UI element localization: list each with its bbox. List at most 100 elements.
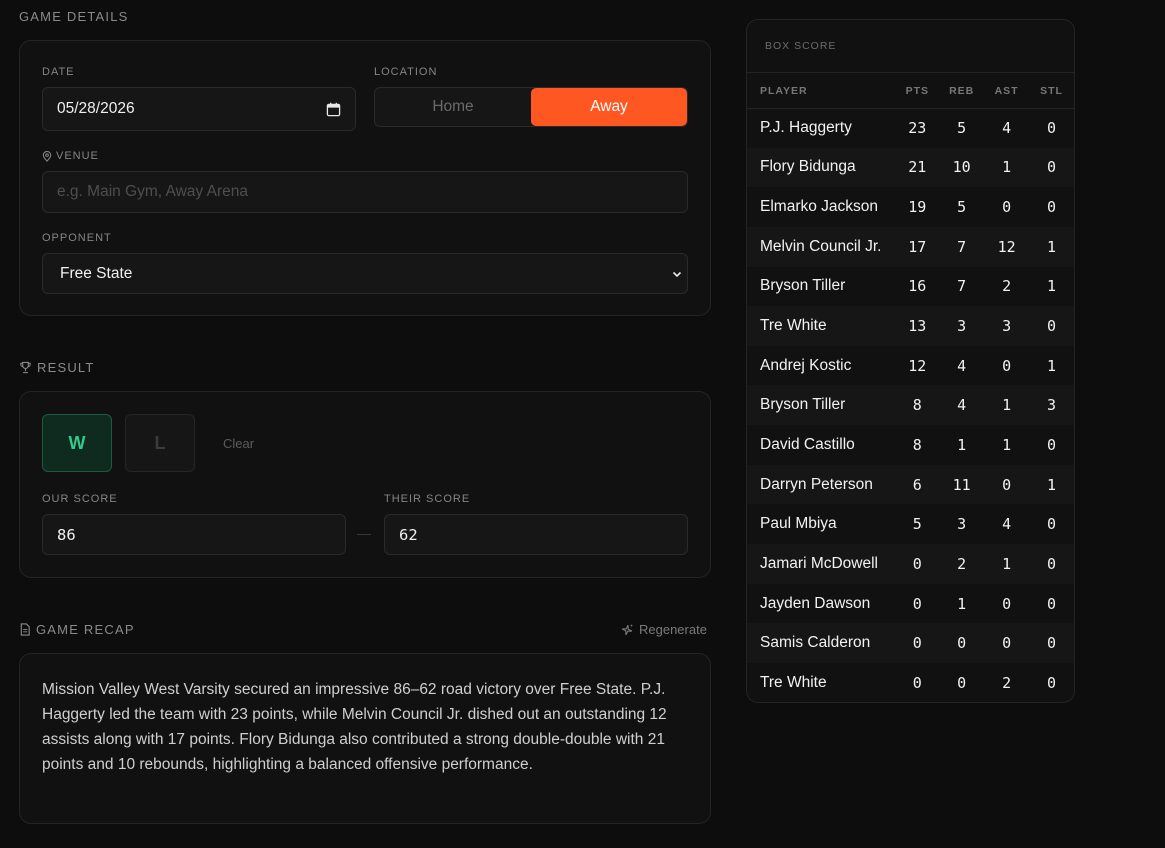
result-heading: RESULT <box>19 360 95 375</box>
table-row: David Castillo 8 1 1 0 <box>747 425 1074 465</box>
our-score-input[interactable]: 86 <box>42 514 346 555</box>
table-row: Andrej Kostic 12 4 0 1 <box>747 346 1074 386</box>
regenerate-label: Regenerate <box>639 622 707 637</box>
player-cell: Melvin Council Jr. <box>747 226 896 267</box>
table-row: Bryson Tiller 16 7 2 1 <box>747 267 1074 307</box>
opponent-label: OPPONENT <box>42 232 112 244</box>
win-button[interactable]: W <box>42 414 112 472</box>
recap-card: Mission Valley West Varsity secured an i… <box>19 653 711 824</box>
player-cell: David Castillo <box>760 435 855 453</box>
ast-cell: 12 <box>984 226 1030 267</box>
player-cell: Elmarko Jackson <box>760 198 879 216</box>
reb-cell: 1 <box>957 594 967 613</box>
stl-cell: 0 <box>1029 147 1074 188</box>
game-details-heading: GAME DETAILS <box>19 9 129 24</box>
calendar-icon[interactable] <box>326 102 341 117</box>
ast-cell: 3 <box>984 306 1030 346</box>
location-home-option[interactable]: Home <box>375 88 531 126</box>
stl-cell: 0 <box>1047 435 1057 454</box>
ast-cell: 0 <box>984 464 1030 505</box>
box-score-card: BOX SCORE PLAYER PTS REB AST STL P.J. Ha… <box>746 19 1075 703</box>
chevron-down-icon <box>671 268 683 280</box>
clear-button[interactable]: Clear <box>223 436 254 451</box>
venue-label: VENUE <box>42 150 99 162</box>
table-row: Elmarko Jackson 19 5 0 0 <box>747 187 1074 227</box>
reb-cell: 10 <box>939 147 985 188</box>
pts-cell: 0 <box>895 623 940 663</box>
ast-cell: 1 <box>984 544 1030 584</box>
column-header-pts[interactable]: PTS <box>895 74 940 109</box>
column-header-player[interactable]: PLAYER <box>747 74 896 109</box>
their-score-label: THEIR SCORE <box>384 493 470 505</box>
column-header-ast[interactable]: AST <box>984 74 1030 109</box>
pts-cell: 13 <box>895 306 940 346</box>
player-cell: Bryson Tiller <box>760 277 846 295</box>
ast-cell: 4 <box>1002 515 1012 534</box>
trophy-icon <box>19 361 32 374</box>
game-details-title: GAME DETAILS <box>19 9 129 24</box>
venue-label-text: VENUE <box>56 150 99 162</box>
pts-cell: 19 <box>908 198 927 217</box>
stl-cell: 0 <box>1029 623 1074 663</box>
result-title: RESULT <box>37 360 95 375</box>
location-away-option[interactable]: Away <box>531 88 687 126</box>
player-cell: Darryn Peterson <box>747 464 896 505</box>
pts-cell: 16 <box>908 277 927 296</box>
player-cell: Flory Bidunga <box>747 147 896 188</box>
ast-cell: 1 <box>984 147 1030 188</box>
ast-cell: 0 <box>1002 594 1012 613</box>
pts-cell: 21 <box>895 147 940 188</box>
their-score-input[interactable]: 62 <box>384 514 688 555</box>
table-row: Paul Mbiya 5 3 4 0 <box>747 504 1074 544</box>
column-header-stl[interactable]: STL <box>1029 74 1074 109</box>
stl-cell: 0 <box>1047 594 1057 613</box>
stl-cell: 0 <box>1029 544 1074 584</box>
location-label: LOCATION <box>374 66 437 78</box>
pts-cell: 12 <box>908 356 927 375</box>
reb-cell: 11 <box>939 464 985 505</box>
player-cell: Jamari McDowell <box>747 544 896 584</box>
player-cell: P.J. Haggerty <box>760 119 852 137</box>
reb-cell: 5 <box>957 198 967 217</box>
ast-cell: 0 <box>1002 356 1012 375</box>
ast-cell: 4 <box>1002 119 1012 138</box>
date-input[interactable]: 05/28/2026 <box>42 87 356 131</box>
ast-cell: 2 <box>1002 673 1012 692</box>
stl-cell: 0 <box>1047 673 1057 692</box>
box-score-divider <box>747 72 1074 73</box>
date-value: 05/28/2026 <box>57 100 135 117</box>
stl-cell: 0 <box>1047 198 1057 217</box>
box-score-body: P.J. Haggerty 23 5 4 0 Flory Bidunga 21 10 1 0 Elm… <box>747 108 1074 702</box>
column-header-reb[interactable]: REB <box>939 74 985 109</box>
player-cell: Tre White <box>747 306 896 346</box>
stl-cell: 0 <box>1029 306 1074 346</box>
table-row: Jayden Dawson 0 1 0 0 <box>747 584 1074 624</box>
pts-cell: 6 <box>895 464 940 505</box>
regenerate-button[interactable]: Regenerate <box>620 622 707 637</box>
pts-cell: 0 <box>912 594 922 613</box>
our-score-label-text: OUR SCORE <box>42 493 118 505</box>
player-cell: Tre White <box>760 673 827 691</box>
loss-button[interactable]: L <box>125 414 195 472</box>
pts-cell: 5 <box>912 515 922 534</box>
venue-input[interactable]: e.g. Main Gym, Away Arena <box>42 171 688 213</box>
player-cell: Samis Calderon <box>747 623 896 663</box>
reb-cell: 2 <box>939 544 985 584</box>
venue-placeholder: e.g. Main Gym, Away Arena <box>57 183 248 200</box>
our-score-label: OUR SCORE <box>42 493 118 505</box>
opponent-select[interactable]: Free State <box>42 253 688 294</box>
table-row: Jamari McDowell 0 2 1 0 <box>747 544 1074 584</box>
stl-cell: 3 <box>1029 385 1074 426</box>
player-cell: Bryson Tiller <box>747 385 896 426</box>
table-row: Flory Bidunga 21 10 1 0 <box>747 147 1074 188</box>
reb-cell: 3 <box>939 306 985 346</box>
ast-cell: 1 <box>1002 435 1012 454</box>
recap-title: GAME RECAP <box>36 622 135 637</box>
reb-cell: 1 <box>957 435 967 454</box>
reb-cell: 3 <box>957 515 967 534</box>
table-row: Samis Calderon 0 0 0 0 <box>747 623 1074 663</box>
reb-cell: 4 <box>957 356 967 375</box>
date-label: DATE <box>42 66 75 78</box>
location-toggle: Home Away <box>374 87 688 127</box>
stl-cell: 0 <box>1047 515 1057 534</box>
